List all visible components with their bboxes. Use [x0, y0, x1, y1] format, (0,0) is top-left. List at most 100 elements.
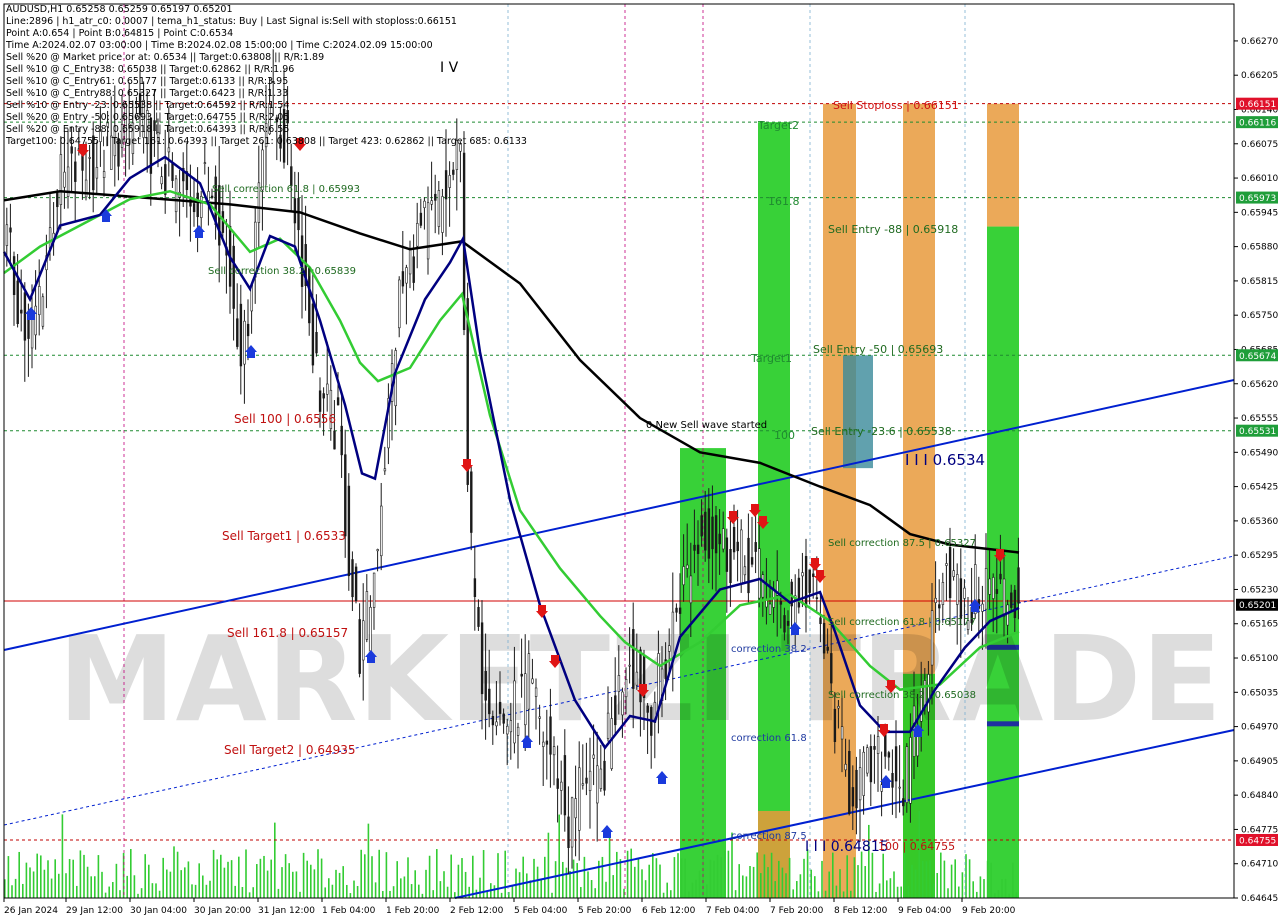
volume-bar [104, 892, 107, 898]
volume-bar [893, 871, 895, 898]
volume-bar [86, 866, 89, 898]
volume-bar [943, 860, 946, 898]
volume-bar [212, 849, 215, 898]
volume-bar [691, 882, 694, 898]
volume-bar [187, 861, 190, 898]
volume-bar [626, 850, 629, 898]
candle-body [603, 760, 606, 791]
candle-body [491, 716, 495, 726]
x-tick-label: 8 Feb 12:00 [834, 906, 888, 916]
candle-body [725, 537, 729, 572]
candle-body [714, 515, 718, 554]
x-tick-label: 26 Jan 2024 [4, 906, 58, 916]
chart-label: Sell Entry -50 | 0.65693 [813, 343, 943, 356]
candle-body [632, 629, 635, 689]
candle-body [480, 622, 484, 695]
candle-body [700, 515, 703, 537]
info-line: Point A:0.654 | Point B:0.64815 | Point … [6, 28, 234, 39]
candle-body [20, 309, 23, 314]
candle-body [362, 620, 365, 661]
candle-body [945, 563, 948, 566]
candle-body [498, 701, 502, 714]
candle-body [815, 597, 819, 599]
volume-bar [990, 862, 992, 898]
volume-bar [14, 878, 17, 898]
candle-body [837, 706, 840, 709]
candle-body [542, 741, 545, 747]
y-tick-label: 0.65100 [1241, 654, 1278, 664]
candle-body [898, 786, 901, 789]
candle-body [984, 567, 988, 610]
volume-bar [349, 893, 352, 898]
volume-bar [936, 873, 938, 898]
chart-label: Sell correction 87.5 | 0.65327 [828, 538, 976, 549]
volume-bar [223, 867, 226, 898]
candle-body [239, 303, 243, 367]
volume-bar [194, 884, 197, 898]
volume-bar [256, 864, 258, 898]
volume-bar [468, 886, 470, 898]
candle-body [743, 566, 747, 576]
candle-body [174, 178, 178, 213]
volume-bar [234, 885, 236, 898]
volume-bar [418, 884, 420, 898]
candle-body [473, 578, 477, 598]
volume-bar [806, 849, 809, 898]
volume-bar [810, 869, 812, 898]
volume-bar [677, 853, 679, 898]
volume-bar [907, 885, 910, 898]
y-tick-label: 0.64710 [1241, 860, 1278, 870]
volume-bar [612, 875, 614, 898]
y-tick-label: 0.65815 [1241, 277, 1278, 287]
volume-bar [860, 851, 863, 898]
candle-body [232, 245, 235, 309]
volume-bar [382, 891, 384, 898]
candle-body [556, 778, 559, 789]
candle-body [732, 527, 736, 553]
candle-body [826, 646, 829, 651]
buy-arrow [193, 225, 205, 238]
candle-body [617, 675, 621, 692]
candle-body [315, 332, 318, 354]
volume-bar [648, 864, 650, 898]
volume-bar [634, 866, 636, 898]
candle-body [63, 171, 66, 188]
info-line: Time A:2024.02.07 03:00:00 | Time B:2024… [6, 40, 433, 51]
volume-bar [252, 887, 254, 898]
candle-body [758, 548, 761, 599]
volume-bar [144, 854, 146, 898]
y-tick-label: 0.65945 [1241, 208, 1278, 218]
volume-bar [774, 881, 776, 898]
volume-bar [169, 871, 172, 898]
volume-bar [878, 883, 881, 898]
candle-body [207, 191, 210, 201]
price-tag-label: 0.65973 [1239, 194, 1276, 204]
volume-bar [263, 855, 265, 898]
candle-body [311, 303, 315, 366]
candle-body [614, 695, 617, 726]
candle-body [768, 603, 772, 615]
candle-body [210, 195, 214, 198]
volume-bar [68, 859, 71, 898]
price-tag-label: 0.65201 [1239, 601, 1276, 611]
volume-bar [720, 857, 722, 898]
volume-bar [544, 856, 546, 898]
info-line: Sell %10 @ C_Entry88: 0.65327 || Target:… [6, 88, 289, 99]
candle-body [549, 716, 552, 755]
volume-bar [522, 856, 524, 898]
volume-bar [940, 852, 942, 898]
x-tick-label: 9 Feb 20:00 [962, 906, 1016, 916]
y-tick-label: 0.64775 [1241, 825, 1278, 835]
candle-body [992, 577, 995, 599]
candle-body [38, 286, 41, 316]
candle-body [819, 617, 822, 624]
volume-bar [65, 873, 67, 898]
volume-bar [950, 864, 953, 898]
candle-body [779, 600, 783, 605]
volume-bar [284, 854, 287, 898]
candle-body [398, 279, 401, 329]
volume-bar [439, 881, 442, 898]
volume-bar [968, 859, 971, 898]
candle-body [585, 777, 588, 784]
volume-bar [205, 884, 208, 898]
